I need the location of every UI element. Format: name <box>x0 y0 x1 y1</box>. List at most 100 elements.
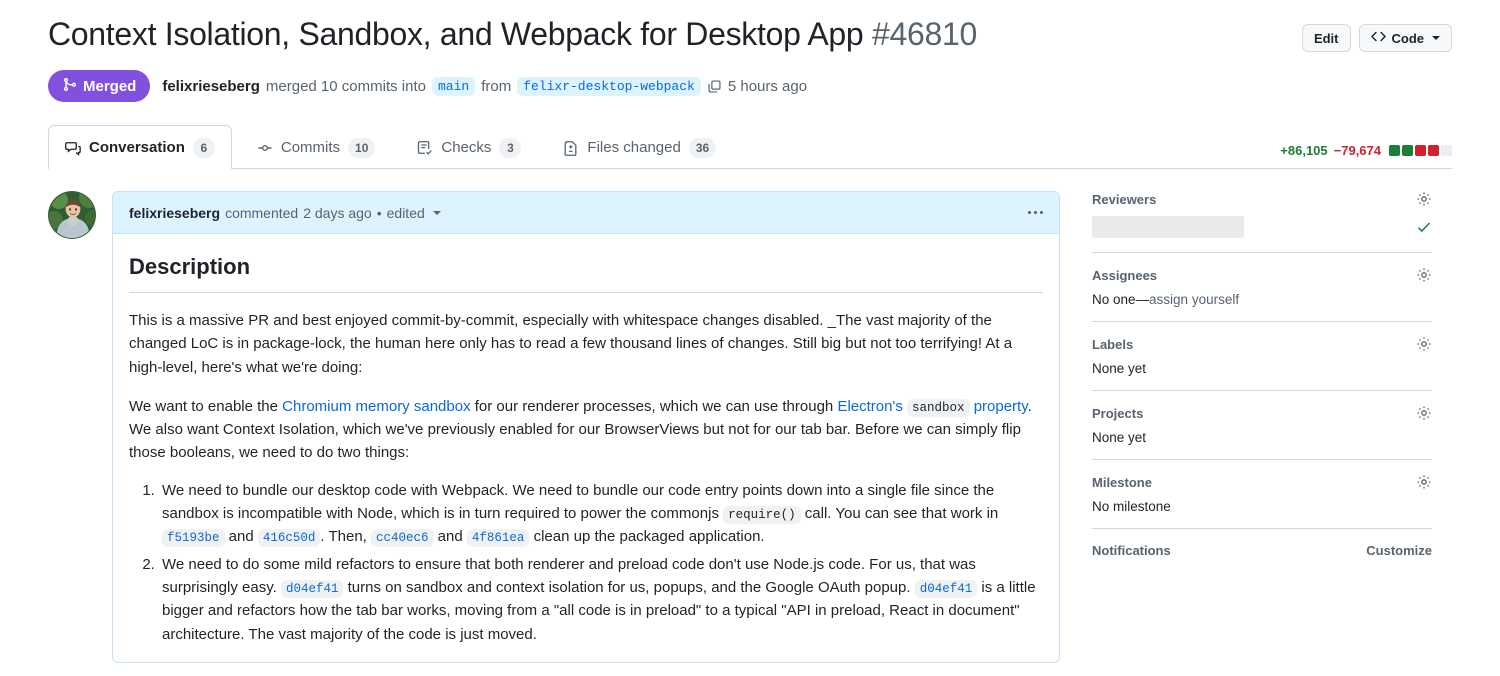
from-text: from <box>481 78 511 95</box>
item1-text-b: call. You can see that work in <box>801 505 999 522</box>
page-title: Context Isolation, Sandbox, and Webpack … <box>48 14 977 54</box>
comment-author[interactable]: felixrieseberg <box>129 205 220 221</box>
chevron-down-icon[interactable] <box>433 211 441 215</box>
sidebar-section-notifications: Notifications Customize <box>1092 543 1432 572</box>
sidebar-section-projects: Projects None yet <box>1092 405 1432 460</box>
tab-checks-label: Checks <box>441 139 491 156</box>
avatar[interactable] <box>48 191 96 239</box>
tab-commits-count: 10 <box>348 138 375 158</box>
gear-icon[interactable] <box>1416 474 1432 490</box>
tab-commits[interactable]: Commits 10 <box>240 125 393 169</box>
p2-text-b: for our renderer processes, which we can… <box>471 398 838 415</box>
gear-icon[interactable] <box>1416 191 1432 207</box>
merged-text: merged 10 commits into <box>266 78 426 95</box>
gear-icon[interactable] <box>1416 336 1432 352</box>
chevron-down-icon <box>1432 36 1440 40</box>
labels-value: None yet <box>1092 361 1432 376</box>
head-branch-chip[interactable]: felixr-desktop-webpack <box>517 77 701 96</box>
status-badge-label: Merged <box>83 78 136 95</box>
comment-action: commented <box>225 205 298 221</box>
list-item: We need to bundle our desktop code with … <box>159 479 1043 549</box>
title-actions: Edit Code <box>1302 14 1452 52</box>
pull-request-page: Context Isolation, Sandbox, and Webpack … <box>0 0 1500 676</box>
diffstat-additions: +86,105 <box>1280 143 1327 158</box>
description-paragraph-1: This is a massive PR and best enjoyed co… <box>129 309 1043 379</box>
diffstat-deletions: −79,674 <box>1334 143 1381 158</box>
comment-discussion-icon <box>65 140 81 156</box>
assignees-title: Assignees <box>1092 268 1157 283</box>
tabs: Conversation 6 Commits 10 Checks 3 <box>48 124 733 168</box>
code-button[interactable]: Code <box>1359 24 1453 52</box>
diffstat-block <box>1389 145 1400 156</box>
milestone-value: No milestone <box>1092 499 1432 514</box>
commit-sha-link[interactable]: d04ef41 <box>281 580 344 598</box>
copy-icon[interactable] <box>707 79 722 94</box>
tab-checks-count: 3 <box>499 138 521 158</box>
gear-icon[interactable] <box>1416 405 1432 421</box>
tab-commits-label: Commits <box>281 139 340 156</box>
merge-summary: felixrieseberg merged 10 commits into ma… <box>162 77 807 96</box>
sidebar-section-assignees: Assignees No one—assign yourself <box>1092 267 1432 322</box>
merge-author[interactable]: felixrieseberg <box>162 78 260 95</box>
list-item: We need to do some mild refactors to ens… <box>159 553 1043 646</box>
edit-button[interactable]: Edit <box>1302 24 1351 52</box>
diffstat-block <box>1415 145 1426 156</box>
checklist-icon <box>417 140 433 156</box>
reviewers-header: Reviewers <box>1092 191 1432 207</box>
tab-files-changed-label: Files changed <box>587 139 680 156</box>
tab-files-changed[interactable]: Files changed 36 <box>546 125 733 169</box>
assignees-none: No one <box>1092 292 1136 307</box>
tab-files-changed-count: 36 <box>689 138 716 158</box>
sidebar-section-labels: Labels None yet <box>1092 336 1432 391</box>
comment-meta: felixrieseberg commented 2 days ago • ed… <box>129 205 441 221</box>
customize-link[interactable]: Customize <box>1366 543 1432 558</box>
git-merge-icon <box>62 77 77 96</box>
code-button-label: Code <box>1392 31 1425 46</box>
item1-text-c: and <box>225 528 258 545</box>
chromium-sandbox-link[interactable]: Chromium memory sandbox <box>282 398 470 415</box>
comment-edited[interactable]: edited <box>387 205 425 221</box>
commit-sha-link[interactable]: 4f861ea <box>467 529 530 547</box>
reviewer-name-redacted <box>1092 216 1244 238</box>
steps-list: We need to bundle our desktop code with … <box>129 479 1043 646</box>
property-link[interactable]: property <box>974 398 1028 415</box>
labels-header: Labels <box>1092 336 1432 352</box>
comment-header: felixrieseberg commented 2 days ago • ed… <box>113 192 1059 234</box>
description-paragraph-2: We want to enable the Chromium memory sa… <box>129 395 1043 465</box>
description-heading: Description <box>129 250 1043 293</box>
tab-checks[interactable]: Checks 3 <box>400 125 538 169</box>
assign-yourself-link[interactable]: assign yourself <box>1149 292 1239 307</box>
diffstat-block <box>1428 145 1439 156</box>
reviewer-row <box>1092 216 1432 238</box>
notifications-title: Notifications <box>1092 543 1171 558</box>
projects-header: Projects <box>1092 405 1432 421</box>
assignees-value: No one—assign yourself <box>1092 292 1432 307</box>
projects-title: Projects <box>1092 406 1143 421</box>
code-brackets-icon <box>1371 29 1386 47</box>
item1-text-f: clean up the packaged application. <box>529 528 764 545</box>
tab-conversation[interactable]: Conversation 6 <box>48 125 232 169</box>
base-branch-chip[interactable]: main <box>432 77 475 96</box>
commit-sha-link[interactable]: 416c50d <box>258 529 321 547</box>
git-commit-icon <box>257 140 273 156</box>
p2-text-a: We want to enable the <box>129 398 282 415</box>
diffstat-blocks <box>1389 145 1452 156</box>
electron-link[interactable]: Electron's <box>837 398 902 415</box>
file-diff-icon <box>563 140 579 156</box>
sandbox-code: sandbox <box>907 399 970 417</box>
tab-bar: Conversation 6 Commits 10 Checks 3 <box>48 124 1452 169</box>
item1-text-d: . Then, <box>320 528 371 545</box>
comment-separator: • <box>377 205 382 221</box>
sidebar-section-milestone: Milestone No milestone <box>1092 474 1432 529</box>
assignees-dash: — <box>1136 292 1150 307</box>
title-row: Context Isolation, Sandbox, and Webpack … <box>48 0 1452 54</box>
commit-sha-link[interactable]: d04ef41 <box>915 580 978 598</box>
commit-sha-link[interactable]: f5193be <box>162 529 225 547</box>
comment-menu-button[interactable] <box>1028 211 1043 214</box>
content: felixrieseberg commented 2 days ago • ed… <box>48 191 1452 663</box>
item2-text-b: turns on sandbox and context isolation f… <box>343 579 914 596</box>
commit-sha-link[interactable]: cc40ec6 <box>371 529 434 547</box>
notifications-header: Notifications Customize <box>1092 543 1432 558</box>
projects-value: None yet <box>1092 430 1432 445</box>
gear-icon[interactable] <box>1416 267 1432 283</box>
